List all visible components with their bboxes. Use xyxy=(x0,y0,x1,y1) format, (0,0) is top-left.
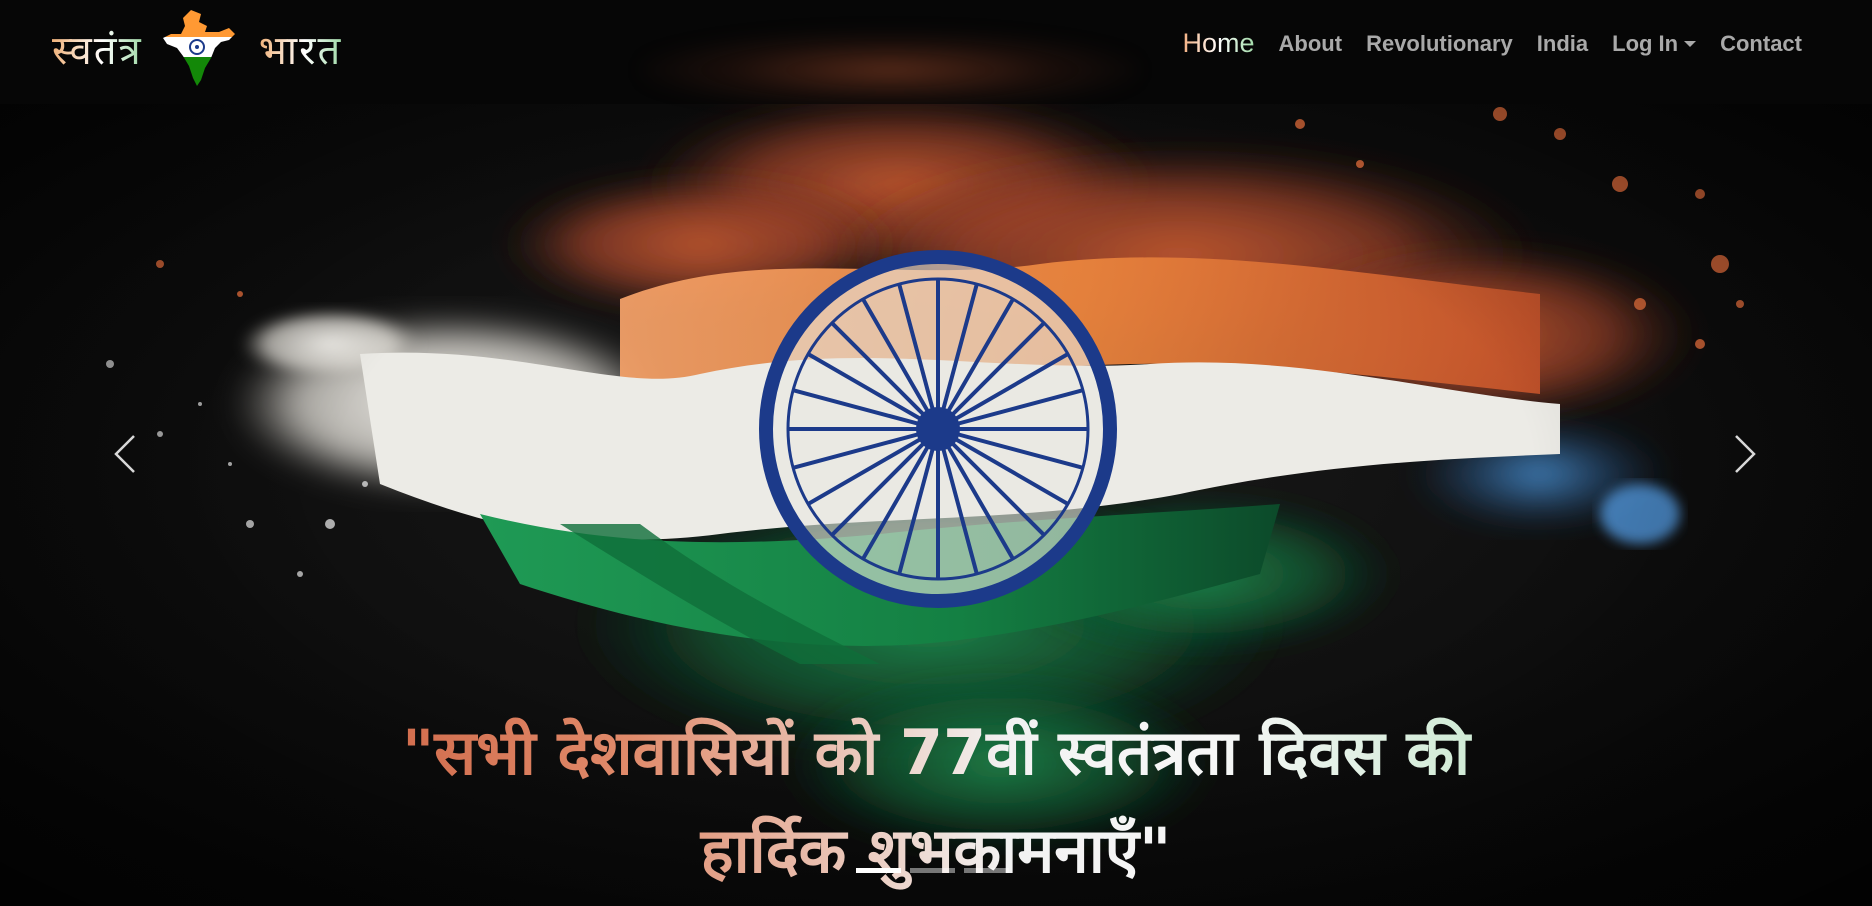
chevron-left-icon xyxy=(114,435,135,473)
carousel-next-button[interactable] xyxy=(1715,424,1775,484)
chevron-right-icon xyxy=(1735,435,1756,473)
nav-contact[interactable]: Contact xyxy=(1720,31,1802,57)
brand[interactable]: स्वतंत्र भारत xyxy=(52,8,342,88)
nav-about[interactable]: About xyxy=(1279,31,1343,57)
page: स्वतंत्र भारत Home About Revolutionary I… xyxy=(0,0,1872,906)
carousel-prev-button[interactable] xyxy=(95,424,155,484)
india-map-logo-icon xyxy=(162,10,235,86)
brand-left-word: स्वतंत्र xyxy=(52,21,143,76)
caret-down-icon xyxy=(1684,40,1697,47)
nav-india[interactable]: India xyxy=(1537,31,1588,57)
hero-caption-line-2: हार्दिक शुभकामनाएँ" xyxy=(700,814,1172,887)
carousel-indicator-3[interactable] xyxy=(964,868,1009,873)
hero-carousel: "सभी देशवासियों को 77वीं स्वतंत्रता दिवस… xyxy=(0,104,1872,906)
hero-caption-line-1: "सभी देशवासियों को 77वीं स्वतंत्रता दिवस… xyxy=(401,716,1471,789)
nav-login-label: Log In xyxy=(1612,30,1679,56)
nav-links: Home About Revolutionary India Log In Co… xyxy=(1183,28,1802,59)
carousel-indicator-1[interactable] xyxy=(856,868,901,873)
carousel-indicator-2[interactable] xyxy=(910,868,955,873)
carousel-indicators xyxy=(856,868,1009,873)
brand-right-word: भारत xyxy=(259,21,343,76)
nav-home[interactable]: Home xyxy=(1183,28,1255,59)
navbar: स्वतंत्र भारत Home About Revolutionary I… xyxy=(0,0,1872,104)
nav-login-dropdown[interactable]: Log In xyxy=(1612,30,1697,57)
nav-revolutionary[interactable]: Revolutionary xyxy=(1366,31,1513,57)
